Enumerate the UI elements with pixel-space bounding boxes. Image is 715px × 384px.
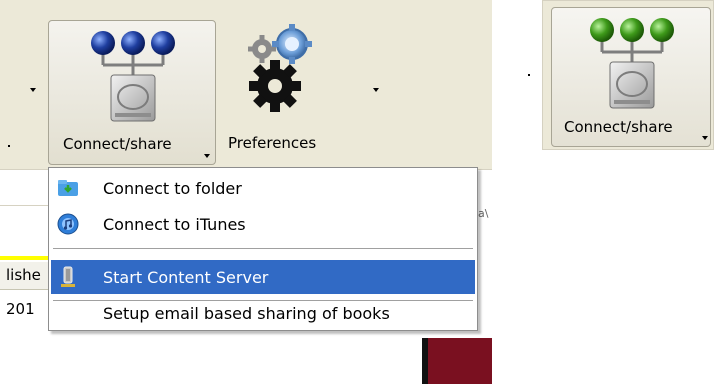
menu-item-label: Connect to iTunes <box>103 214 246 234</box>
connect-share-label: Connect/share <box>63 135 172 153</box>
menu-item-start-content-server[interactable]: Start Content Server <box>51 260 475 294</box>
preferences-button[interactable]: Preferences <box>222 20 352 165</box>
connect-share-label: Connect/share <box>564 118 673 136</box>
menu-item-label: Setup email based sharing of books <box>103 303 390 323</box>
background-text-fragment: a\ <box>478 207 489 220</box>
main-toolbar: Connect/share Preferences <box>0 0 492 169</box>
server-icon <box>61 266 75 287</box>
folder-icon <box>58 180 78 196</box>
separator-dot <box>528 74 530 76</box>
column-header[interactable]: lishe <box>0 262 48 290</box>
left-screenshot-crop: Connect/share Preferences lishe 201 a\ C… <box>0 0 492 384</box>
prev-dropdown-arrow[interactable] <box>30 88 36 92</box>
preferences-label: Preferences <box>228 134 317 152</box>
right-screenshot-crop: Connect/share <box>528 0 715 150</box>
itunes-icon <box>57 213 79 235</box>
preferences-dropdown-arrow[interactable] <box>373 88 379 92</box>
menu-item-connect-to-folder[interactable]: Connect to folder <box>51 171 475 205</box>
right-toolbar: Connect/share <box>542 0 714 150</box>
connect-share-button-connected[interactable]: Connect/share <box>551 7 711 147</box>
menu-separator <box>53 248 473 250</box>
book-cover-image <box>422 338 492 384</box>
connect-share-dropdown-arrow[interactable] <box>702 136 708 140</box>
connect-share-icon <box>91 31 175 122</box>
connect-share-button[interactable]: Connect/share <box>48 20 216 165</box>
column-header-text: lishe <box>6 266 41 284</box>
menu-item-label: Connect to folder <box>103 178 242 198</box>
table-cell-text: 201 <box>6 300 35 318</box>
menu-item-setup-email-sharing[interactable]: Setup email based sharing of books <box>51 296 475 330</box>
menu-item-connect-to-itunes[interactable]: Connect to iTunes <box>51 207 475 241</box>
connect-share-connected-icon <box>590 18 674 109</box>
highlight-strip <box>0 256 48 260</box>
toolbar-secondary-border <box>0 205 48 206</box>
preferences-gear-icon <box>248 24 312 112</box>
connect-share-menu: Connect to folder Connect to iTunes Star… <box>48 167 478 331</box>
connect-share-dropdown-arrow[interactable] <box>204 154 210 158</box>
toolbar-separator-dot <box>8 145 10 147</box>
menu-item-label: Start Content Server <box>103 267 269 287</box>
